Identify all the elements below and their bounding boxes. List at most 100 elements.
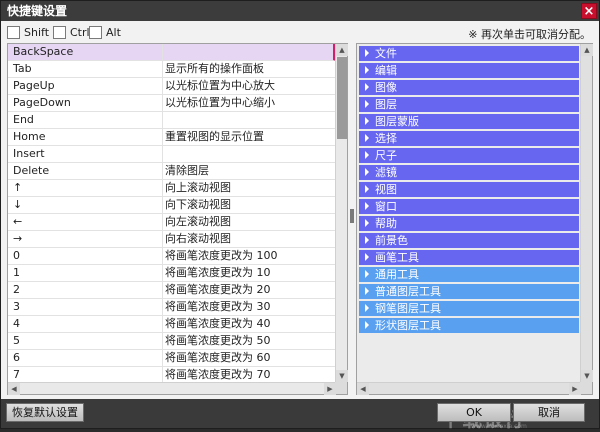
shortcut-action-cell — [163, 44, 333, 60]
category-vertical-scrollbar[interactable]: ▲ ▼ — [580, 44, 593, 382]
category-item[interactable]: 通用工具 — [359, 267, 579, 282]
shortcut-settings-dialog: 快捷键设置 × Shift Ctrl Alt ※ 再次单击可取消分配。 Back… — [0, 0, 600, 431]
category-label: 尺子 — [375, 149, 397, 162]
category-label: 滤镜 — [375, 166, 397, 179]
expand-triangle-icon — [365, 185, 369, 193]
category-item[interactable]: 图层蒙版 — [359, 114, 579, 129]
dialog-content: Shift Ctrl Alt ※ 再次单击可取消分配。 BackSpace Tab… — [1, 21, 599, 399]
scroll-left-icon[interactable]: ◀ — [357, 383, 369, 395]
shortcut-key-cell: Insert — [8, 146, 163, 162]
shortcut-key-cell: 4 — [8, 316, 163, 332]
table-row[interactable]: 0 将画笔浓度更改为 100 — [8, 248, 336, 265]
close-button[interactable]: × — [581, 3, 597, 19]
table-row[interactable]: ↓ 向下滚动视图 — [8, 197, 336, 214]
table-row[interactable]: 6 将画笔浓度更改为 60 — [8, 350, 336, 367]
shortcut-action-cell — [163, 146, 336, 162]
button-bar: 恢复默认设置 下载银行 www.downxia.com OK 取消 — [1, 399, 599, 431]
table-row[interactable]: ↑ 向上滚动视图 — [8, 180, 336, 197]
category-item[interactable]: 图层 — [359, 97, 579, 112]
scroll-left-icon[interactable]: ◀ — [8, 383, 20, 395]
expand-triangle-icon — [365, 66, 369, 74]
scroll-down-icon[interactable]: ▼ — [336, 370, 348, 382]
ctrl-checkbox[interactable]: Ctrl — [53, 25, 90, 39]
category-label: 选择 — [375, 132, 397, 145]
table-row[interactable]: Tab 显示所有的操作面板 — [8, 61, 336, 78]
shortcut-action-cell: 将画笔浓度更改为 60 — [165, 351, 271, 364]
table-row[interactable]: Home 重置视图的显示位置 — [8, 129, 336, 146]
table-row[interactable]: PageUp 以光标位置为中心放大 — [8, 78, 336, 95]
category-label: 文件 — [375, 47, 397, 60]
expand-triangle-icon — [365, 253, 369, 261]
shortcut-action-cell — [163, 112, 336, 128]
cancel-button[interactable]: 取消 — [513, 403, 585, 422]
category-item[interactable]: 普通图层工具 — [359, 284, 579, 299]
table-row[interactable]: 5 将画笔浓度更改为 50 — [8, 333, 336, 350]
category-item[interactable]: 帮助 — [359, 216, 579, 231]
shortcut-action-cell: 向左滚动视图 — [165, 215, 231, 228]
checkbox-box[interactable] — [89, 25, 102, 39]
table-row[interactable]: → 向右滚动视图 — [8, 231, 336, 248]
expand-triangle-icon — [365, 202, 369, 210]
category-label: 画笔工具 — [375, 251, 419, 264]
expand-triangle-icon — [365, 83, 369, 91]
category-item[interactable]: 编辑 — [359, 63, 579, 78]
category-item[interactable]: 前景色 — [359, 233, 579, 248]
category-item[interactable]: 文件 — [359, 46, 579, 61]
checkbox-box[interactable] — [7, 25, 20, 39]
category-item[interactable]: 画笔工具 — [359, 250, 579, 265]
shortcut-action-cell: 将画笔浓度更改为 100 — [165, 249, 278, 262]
shortcut-action-cell: 清除图层 — [165, 164, 209, 177]
category-label: 图层蒙版 — [375, 115, 419, 128]
expand-triangle-icon — [365, 100, 369, 108]
category-item[interactable]: 形状图层工具 — [359, 318, 579, 333]
table-row[interactable]: 1 将画笔浓度更改为 10 — [8, 265, 336, 282]
category-horizontal-scrollbar[interactable]: ◀ ▶ — [357, 382, 581, 395]
table-row[interactable]: Insert — [8, 146, 336, 163]
category-item[interactable]: 图像 — [359, 80, 579, 95]
reset-defaults-button[interactable]: 恢复默认设置 — [6, 403, 84, 422]
category-item[interactable]: 尺子 — [359, 148, 579, 163]
shortcut-action-cell: 显示所有的操作面板 — [165, 62, 264, 75]
panel-splitter-handle[interactable] — [350, 209, 354, 223]
category-panel: 文件编辑图像图层图层蒙版选择尺子滤镜视图窗口帮助前景色画笔工具通用工具普通图层工… — [356, 43, 593, 395]
table-row[interactable]: PageDown 以光标位置为中心缩小 — [8, 95, 336, 112]
shortcut-key-cell: ↑ — [8, 180, 163, 196]
dialog-title: 快捷键设置 — [7, 4, 68, 18]
table-row[interactable]: End — [8, 112, 336, 129]
category-item[interactable]: 钢笔图层工具 — [359, 301, 579, 316]
shortcut-key-cell: PageDown — [8, 95, 163, 111]
category-label: 前景色 — [375, 234, 408, 247]
category-item[interactable]: 窗口 — [359, 199, 579, 214]
table-row[interactable]: BackSpace — [8, 44, 336, 61]
shortcut-key-cell: 1 — [8, 265, 163, 281]
shortcut-key-cell: BackSpace — [8, 44, 163, 60]
scroll-down-icon[interactable]: ▼ — [581, 370, 593, 382]
category-item[interactable]: 滤镜 — [359, 165, 579, 180]
scroll-up-icon[interactable]: ▲ — [336, 44, 348, 56]
shift-label: Shift — [24, 25, 50, 39]
table-row[interactable]: 3 将画笔浓度更改为 30 — [8, 299, 336, 316]
checkbox-box[interactable] — [53, 25, 66, 39]
horizontal-scrollbar[interactable]: ◀ ▶ — [8, 382, 336, 395]
table-row[interactable]: ← 向左滚动视图 — [8, 214, 336, 231]
scroll-thumb[interactable] — [337, 57, 347, 139]
shortcut-key-cell: 6 — [8, 350, 163, 366]
category-label: 编辑 — [375, 64, 397, 77]
table-row[interactable]: 7 将画笔浓度更改为 70 — [8, 367, 336, 382]
vertical-scrollbar[interactable]: ▲ ▼ — [335, 44, 348, 382]
alt-checkbox[interactable]: Alt — [89, 25, 121, 39]
table-row[interactable]: 4 将画笔浓度更改为 40 — [8, 316, 336, 333]
shortcut-key-cell: 7 — [8, 367, 163, 382]
ok-button[interactable]: OK — [437, 403, 511, 422]
scroll-up-icon[interactable]: ▲ — [581, 44, 593, 56]
shortcut-action-cell: 将画笔浓度更改为 20 — [165, 283, 271, 296]
shortcut-key-cell: PageUp — [8, 78, 163, 94]
shift-checkbox[interactable]: Shift — [7, 25, 49, 39]
shortcut-key-cell: ↓ — [8, 197, 163, 213]
table-row[interactable]: Delete 清除图层 — [8, 163, 336, 180]
category-item[interactable]: 视图 — [359, 182, 579, 197]
category-label: 通用工具 — [375, 268, 419, 281]
table-row[interactable]: 2 将画笔浓度更改为 20 — [8, 282, 336, 299]
category-item[interactable]: 选择 — [359, 131, 579, 146]
shortcut-key-cell: → — [8, 231, 163, 247]
